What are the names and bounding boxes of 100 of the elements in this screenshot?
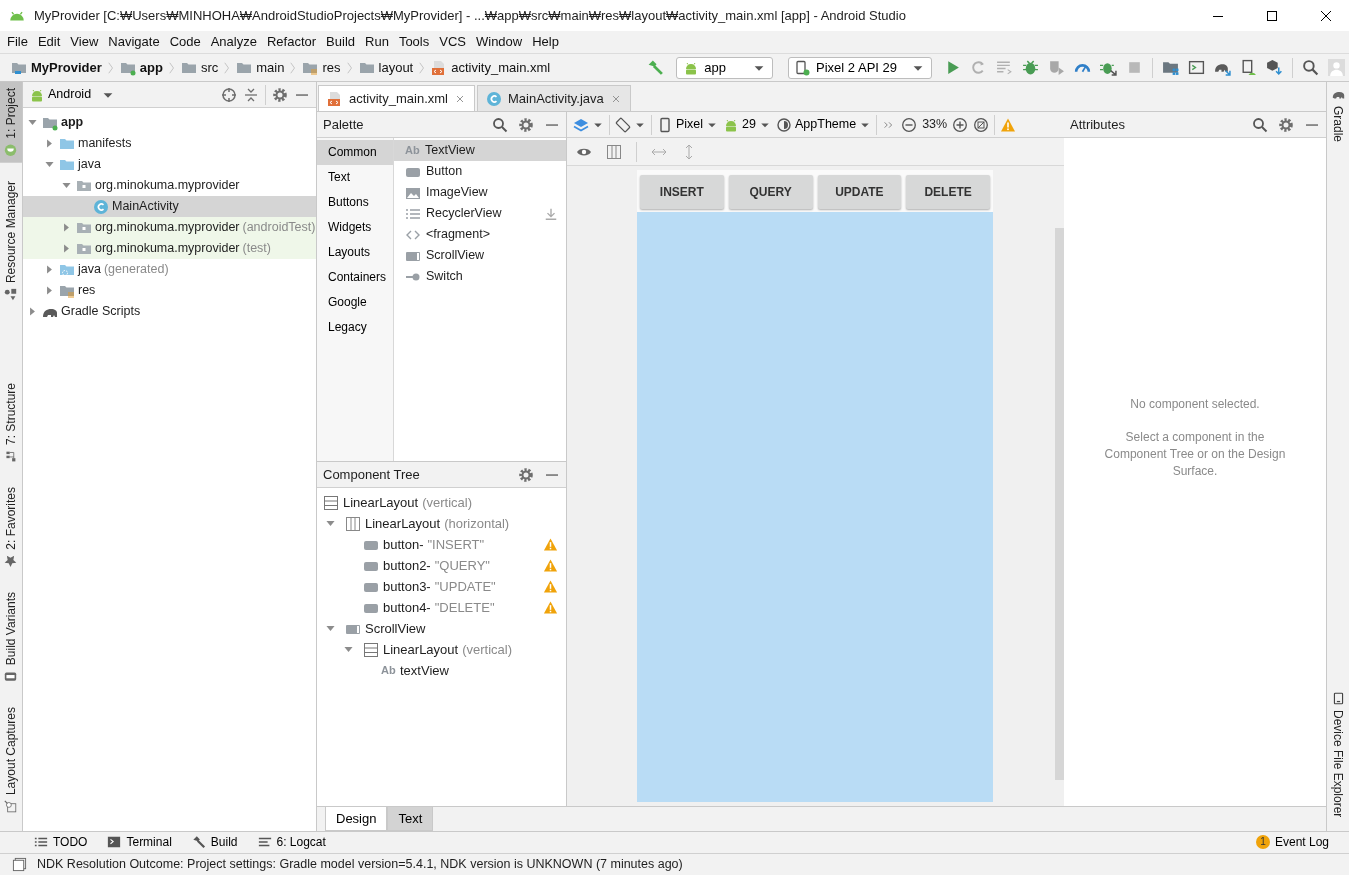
component-row[interactable]: ScrollView [317,618,566,639]
warning-icon[interactable] [1000,116,1017,133]
component-row[interactable]: LinearLayout (vertical) [317,492,566,513]
folder-grid-icon[interactable] [1162,59,1179,76]
menu-item[interactable]: Window [470,34,528,50]
bug-icon[interactable] [1022,59,1039,76]
palette-category[interactable]: Buttons [317,190,393,215]
editor-tab[interactable]: activity_main.xml [318,85,475,111]
layers-dropdown[interactable] [573,116,604,133]
zoom-out-icon[interactable] [901,116,918,133]
tool-window-button[interactable]: 6: Logcat [257,835,326,850]
zoom-fit-icon[interactable] [973,116,990,133]
tree-row[interactable]: app [23,112,316,133]
settings-icon[interactable] [518,466,534,483]
palette-item[interactable]: Button [394,161,566,182]
search-icon[interactable] [492,116,508,133]
breadcrumb[interactable]: MyProvider [8,59,105,76]
warning-icon[interactable] [543,558,558,573]
theme-dropdown[interactable]: AppTheme [776,116,872,133]
zoom-in-icon[interactable] [952,116,969,133]
menu-item[interactable]: Code [164,34,206,50]
preview-button[interactable]: QUERY [728,175,813,209]
blueprint-icon[interactable] [606,143,622,160]
tab-label[interactable]: MainActivity.java [507,90,604,107]
settings-icon[interactable] [272,86,288,103]
device-dropdown[interactable]: Pixel 2 API 29 [788,56,932,79]
menu-item[interactable]: Refactor [261,34,322,50]
hammer-icon[interactable] [647,59,665,76]
menu-item[interactable]: Navigate [103,34,165,50]
palette-category[interactable]: Layouts [317,240,393,265]
tree-row[interactable]: java (generated) [23,259,316,280]
tab-label[interactable]: activity_main.xml [349,90,448,107]
preview-button[interactable]: INSERT [640,175,724,209]
tool-window-button[interactable]: Build [191,835,238,850]
windows-icon[interactable] [12,857,27,872]
event-log-button[interactable]: 1 Event Log [1255,835,1329,850]
component-row[interactable]: Ab textView [317,660,566,681]
palette-category[interactable]: Widgets [317,215,393,240]
tree-row[interactable]: res [23,280,316,301]
menu-item[interactable]: Help [527,34,564,50]
locate-icon[interactable] [221,86,237,103]
tool-window-button[interactable]: Terminal [107,835,172,850]
menu-item[interactable]: Tools [393,34,435,50]
palette-item[interactable]: Switch [394,266,566,287]
palette-category[interactable]: Text [317,165,393,190]
breadcrumb[interactable]: res [299,59,344,76]
mode-tab[interactable]: Design [325,807,388,831]
component-row[interactable]: LinearLayout (vertical) [317,639,566,660]
terminal-window-icon[interactable] [1188,59,1205,76]
cube-download-icon[interactable] [1266,59,1283,76]
warning-icon[interactable] [543,537,558,552]
tree-row[interactable]: manifests [23,133,316,154]
component-row[interactable]: button- "INSERT" [317,534,566,555]
menu-item[interactable]: Run [360,34,394,50]
breadcrumb[interactable]: activity_main.xml [428,59,554,76]
run-config-dropdown[interactable]: app [676,56,774,79]
shield-play-icon[interactable] [1048,59,1065,76]
search-icon[interactable] [1302,59,1319,76]
api-dropdown[interactable]: 29 [723,116,771,133]
device-dropdown[interactable]: Pixel [657,116,719,133]
component-row[interactable]: button2- "QUERY" [317,555,566,576]
palette-category[interactable]: Legacy [317,315,393,340]
settings-icon[interactable] [1278,116,1294,133]
menu-item[interactable]: Analyze [205,34,262,50]
tool-window-tab[interactable]: 2: Favorites [0,481,22,574]
preview-button[interactable]: UPDATE [817,175,902,209]
tool-window-tab[interactable]: Layout Captures [0,700,22,819]
tree-row[interactable]: java [23,154,316,175]
breadcrumb[interactable]: app [116,59,166,76]
tool-window-tab[interactable]: 1: Project [0,82,22,163]
palette-item[interactable]: RecyclerView [394,203,566,224]
tree-row[interactable]: Gradle Scripts [23,301,316,322]
editor-tab[interactable]: MainActivity.java [476,85,631,111]
stop-icon[interactable] [1126,59,1143,76]
component-row[interactable]: button4- "DELETE" [317,597,566,618]
orientation-dropdown[interactable] [615,116,646,133]
breadcrumb[interactable]: src [177,59,222,76]
tool-window-button[interactable]: TODO [34,835,88,850]
palette-item[interactable]: ImageView [394,182,566,203]
view-dropdown[interactable]: Android [29,86,116,103]
warning-icon[interactable] [543,579,558,594]
palette-category[interactable]: Google [317,290,393,315]
apply-changes-icon[interactable] [996,59,1013,76]
breadcrumb[interactable]: main [233,59,288,76]
palette-item[interactable]: <fragment> [394,224,566,245]
palette-item[interactable]: Ab TextView [394,140,566,161]
palette-category[interactable]: Containers [317,265,393,290]
tree-row[interactable]: org.minokuma.myprovider (androidTest) [23,217,316,238]
menu-item[interactable]: View [65,34,104,50]
menu-item[interactable]: Build [321,34,360,50]
menu-item[interactable]: File [2,34,33,50]
preview-button[interactable]: DELETE [906,175,990,209]
mode-tab[interactable]: Text [387,807,434,831]
collapse-all-icon[interactable] [243,86,259,103]
menu-item[interactable]: Edit [32,34,66,50]
tool-window-tab[interactable]: Gradle [1327,82,1349,149]
settings-icon[interactable] [518,116,534,133]
download-icon[interactable] [544,206,558,221]
tool-window-tab[interactable]: Build Variants [0,585,22,689]
warning-icon[interactable] [543,600,558,615]
